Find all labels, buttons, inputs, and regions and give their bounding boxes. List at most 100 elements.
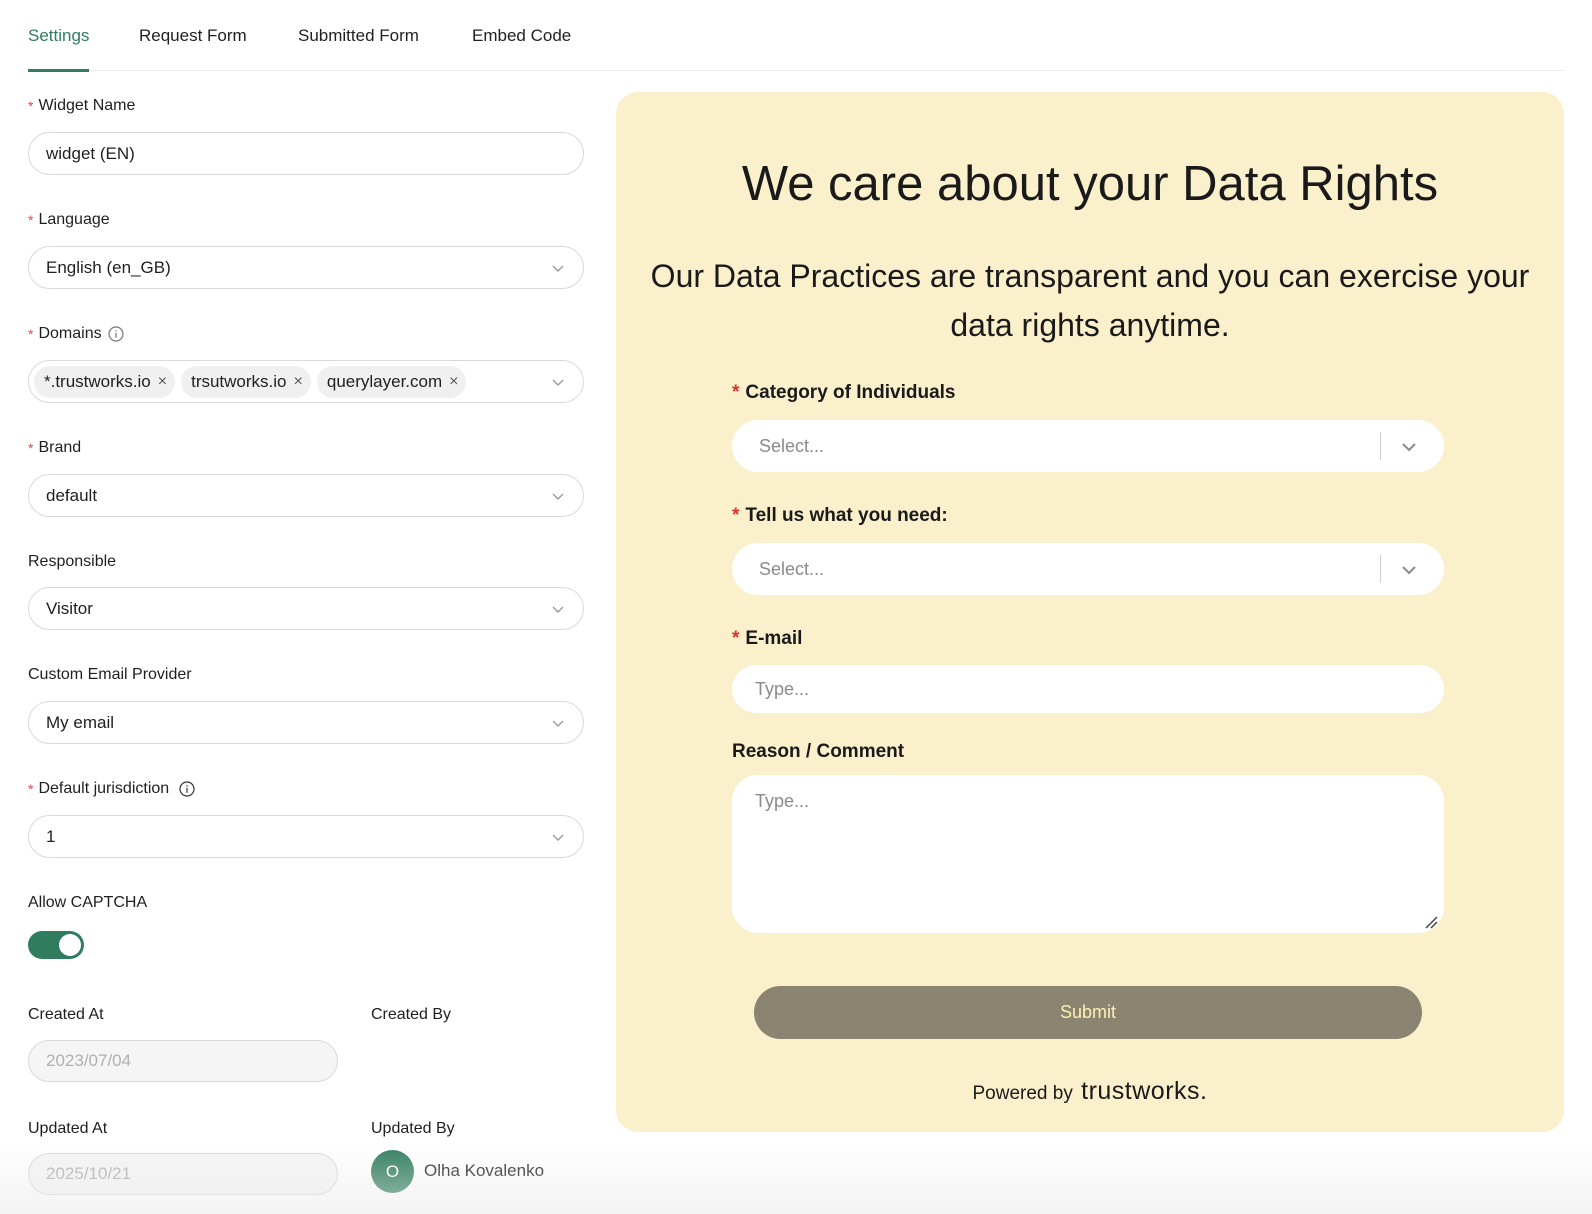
tab-bar: Settings Request Form Submitted Form Emb… (28, 0, 1564, 72)
trustworks-logo: trustworks. (1081, 1077, 1208, 1105)
submit-label: Submit (1059, 1002, 1117, 1022)
required-marker: * (28, 212, 34, 228)
email-placeholder: Type... (755, 678, 810, 699)
default-jurisdiction-label: * Default jurisdiction (28, 780, 195, 798)
responsible-label: Responsible (28, 553, 116, 571)
domain-tag-label: querylayer.com (326, 371, 443, 391)
required-marker: * (732, 505, 740, 526)
required-marker: * (28, 781, 34, 797)
responsible-label-text: Responsible (28, 553, 117, 570)
powered-by: Powered by trustworks. (616, 1077, 1564, 1106)
chevron-down-icon (1400, 438, 1418, 456)
email-label: * E-mail (732, 628, 802, 650)
responsible-select[interactable]: Visitor (28, 587, 584, 630)
domain-tags: *.trustworks.io × trsutworks.io × queryl… (34, 365, 467, 398)
select-divider (1380, 555, 1381, 583)
close-icon[interactable]: × (449, 373, 458, 390)
category-select[interactable]: Select... (732, 420, 1444, 472)
widget-name-label-text: Widget Name (38, 97, 136, 114)
chevron-down-icon (551, 830, 565, 844)
info-icon[interactable] (107, 326, 124, 342)
reason-label: Reason / Comment (732, 741, 904, 763)
custom-email-provider-select[interactable]: My email (28, 701, 584, 744)
tab-embed-code[interactable]: Embed Code (472, 26, 571, 71)
language-label-text: Language (38, 211, 110, 228)
created-at-field: 2023/07/04 (28, 1040, 338, 1082)
email-label-text: E-mail (745, 628, 803, 649)
domain-tag: querylayer.com × (316, 365, 467, 398)
widget-preview: We care about your Data Rights Our Data … (616, 92, 1564, 1132)
domain-tag-label: *.trustworks.io (44, 371, 151, 391)
created-by-label-text: Created By (371, 1006, 452, 1023)
required-marker: * (28, 440, 34, 456)
required-marker: * (732, 628, 740, 649)
default-jurisdiction-value: 1 (46, 826, 56, 846)
default-jurisdiction-select[interactable]: 1 (28, 815, 584, 858)
allow-captcha-toggle[interactable] (28, 931, 84, 959)
category-label-text: Category of Individuals (745, 382, 956, 403)
domain-tag: trsutworks.io × (181, 365, 311, 398)
brand-value: default (46, 485, 98, 505)
widget-name-value: widget (EN) (46, 143, 135, 163)
tab-request-form[interactable]: Request Form (139, 26, 247, 71)
reason-label-text: Reason / Comment (732, 741, 905, 762)
widget-name-label: * Widget Name (28, 97, 135, 115)
submit-button[interactable]: Submit (754, 986, 1422, 1039)
updated-at-label: Updated At (28, 1120, 107, 1138)
category-label: * Category of Individuals (732, 382, 956, 404)
required-marker: * (732, 382, 740, 403)
created-by-label: Created By (371, 1006, 451, 1024)
avatar: O (371, 1150, 414, 1193)
created-at-label-text: Created At (28, 1006, 104, 1023)
reason-textarea[interactable]: Type... (732, 775, 1444, 933)
language-select[interactable]: English (en_GB) (28, 246, 584, 289)
toggle-knob (59, 934, 81, 956)
need-select[interactable]: Select... (732, 543, 1444, 595)
chevron-down-icon (551, 375, 565, 389)
chevron-down-icon (551, 716, 565, 730)
created-at-value: 2023/07/04 (46, 1051, 132, 1070)
info-icon[interactable] (179, 781, 195, 797)
updated-by-name: Olha Kovalenko (424, 1161, 545, 1180)
tab-submitted-form[interactable]: Submitted Form (298, 26, 419, 71)
need-label-text: Tell us what you need: (745, 505, 948, 526)
allow-captcha-label: Allow CAPTCHA (28, 894, 147, 912)
need-label: * Tell us what you need: (732, 505, 948, 527)
category-placeholder: Select... (759, 435, 825, 456)
required-marker: * (28, 326, 34, 342)
close-icon[interactable]: × (294, 373, 303, 390)
domains-multiselect[interactable]: *.trustworks.io × trsutworks.io × queryl… (28, 360, 584, 403)
custom-email-provider-label: Custom Email Provider (28, 666, 192, 684)
domains-label: * Domains (28, 325, 124, 343)
updated-at-value: 2025/10/21 (46, 1164, 132, 1183)
language-label: * Language (28, 211, 110, 229)
brand-select[interactable]: default (28, 474, 584, 517)
created-at-label: Created At (28, 1006, 104, 1024)
allow-captcha-label-text: Allow CAPTCHA (28, 894, 148, 911)
domains-label-text: Domains (38, 325, 102, 342)
domain-tag: *.trustworks.io × (34, 365, 176, 398)
custom-email-provider-value: My email (46, 712, 115, 732)
preview-title: We care about your Data Rights (741, 157, 1439, 211)
close-icon[interactable]: × (158, 373, 167, 390)
need-placeholder: Select... (759, 558, 825, 579)
resize-handle-icon[interactable] (1422, 913, 1438, 929)
brand-label-text: Brand (38, 439, 82, 456)
domain-tag-label: trsutworks.io (191, 371, 287, 391)
chevron-down-icon (1400, 561, 1418, 579)
brand-label: * Brand (28, 439, 81, 457)
required-marker: * (28, 98, 34, 114)
updated-at-field: 2025/10/21 (28, 1153, 338, 1195)
updated-by-label: Updated By (371, 1120, 455, 1138)
chevron-down-icon (551, 261, 565, 275)
email-input[interactable]: Type... (732, 665, 1444, 713)
powered-by-prefix: Powered by (972, 1083, 1073, 1104)
chevron-down-icon (551, 602, 565, 616)
tab-settings[interactable]: Settings (28, 26, 90, 72)
updated-at-label-text: Updated At (28, 1120, 108, 1137)
select-divider (1380, 432, 1381, 460)
default-jurisdiction-label-text: Default jurisdiction (38, 780, 170, 797)
avatar-initial: O (385, 1161, 400, 1181)
widget-name-input[interactable]: widget (EN) (28, 132, 584, 175)
chevron-down-icon (551, 489, 565, 503)
